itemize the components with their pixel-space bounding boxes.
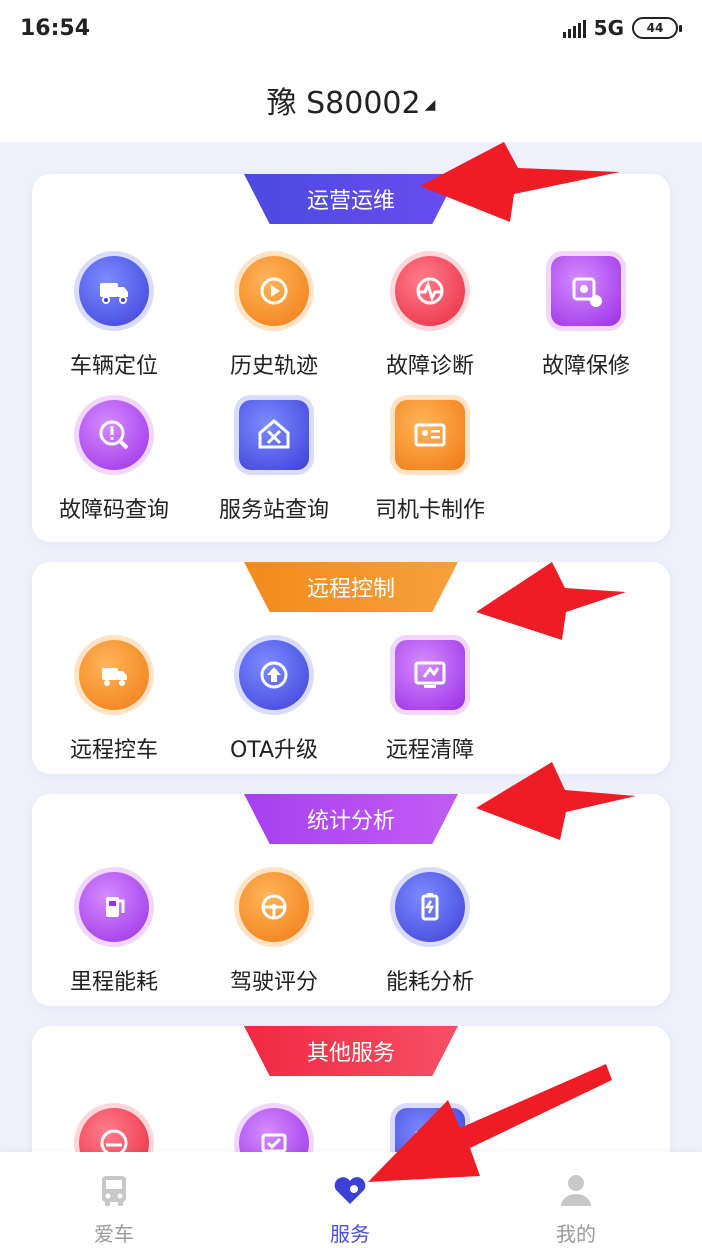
energy-analysis-icon: [395, 872, 465, 942]
nav-label: 服务: [330, 1222, 370, 1246]
status-icons: 5G 44: [562, 16, 682, 40]
service-remote-control[interactable]: 远程控车: [34, 640, 194, 764]
network-type: 5G: [593, 16, 624, 40]
item-label: 司机卡制作: [374, 498, 485, 523]
service-remote-clear[interactable]: 远程清障: [350, 640, 510, 764]
item-label: OTA升级: [229, 738, 319, 763]
mileage-energy-icon: [79, 872, 149, 942]
service-fault-diagnosis[interactable]: 故障诊断: [350, 256, 510, 380]
service-vehicle-location[interactable]: 车辆定位: [34, 256, 194, 380]
item-label: 驾驶评分: [229, 970, 318, 995]
item-label: 里程能耗: [69, 970, 158, 995]
section-statistics: 统计分析 里程能耗 驾驶评分 能耗分析: [32, 794, 670, 1006]
bottom-nav: 爱车 服务 我的: [0, 1152, 702, 1248]
history-track-icon: [239, 256, 309, 326]
driving-score-icon: [239, 872, 309, 942]
service-history-track[interactable]: 历史轨迹: [194, 256, 354, 380]
fault-diagnosis-icon: [395, 256, 465, 326]
item-label: 远程控车: [69, 738, 158, 763]
service-driving-score[interactable]: 驾驶评分: [194, 872, 354, 996]
status-time: 16:54: [20, 16, 91, 41]
item-label: 历史轨迹: [229, 354, 318, 379]
service-fault-code-search[interactable]: 故障码查询: [34, 400, 194, 524]
item-label: 能耗分析: [385, 970, 474, 995]
fault-repair-icon: [551, 256, 621, 326]
section-title: 远程控制: [244, 562, 458, 612]
vehicle-selector[interactable]: 豫 S80002 ◢: [0, 78, 702, 122]
remote-clear-icon: [395, 640, 465, 710]
nav-tab-car[interactable]: 爱车: [54, 1170, 174, 1247]
item-label: 故障诊断: [385, 354, 474, 379]
dropdown-caret-icon: ◢: [424, 96, 436, 113]
heart-service-icon: [290, 1170, 410, 1214]
item-label: 远程清障: [385, 738, 474, 763]
section-title: 其他服务: [244, 1026, 458, 1076]
section-operations: 运营运维 车辆定位 历史轨迹 故障诊断 故障保修 故障码查询 服务站查询 司机卡…: [32, 174, 670, 542]
nav-label: 我的: [556, 1222, 596, 1246]
vehicle-plate: 豫 S80002: [266, 86, 421, 121]
battery-level: 44: [646, 21, 664, 35]
fault-code-search-icon: [79, 400, 149, 470]
ota-upgrade-icon: [239, 640, 309, 710]
item-label: 服务站查询: [218, 498, 329, 523]
item-label: 车辆定位: [69, 354, 158, 379]
signal-icon: [562, 18, 586, 38]
service-station-search[interactable]: 服务站查询: [194, 400, 354, 524]
service-energy-analysis[interactable]: 能耗分析: [350, 872, 510, 996]
battery-icon: 44: [632, 17, 682, 39]
remote-control-icon: [79, 640, 149, 710]
service-station-icon: [239, 400, 309, 470]
nav-tab-mine[interactable]: 我的: [516, 1170, 636, 1247]
service-mileage-energy[interactable]: 里程能耗: [34, 872, 194, 996]
driver-card-icon: [395, 400, 465, 470]
service-driver-card[interactable]: 司机卡制作: [350, 400, 510, 524]
nav-label: 爱车: [94, 1222, 134, 1246]
top-bar: 16:54 5G 44 豫 S80002 ◢: [0, 0, 702, 142]
section-remote-control: 远程控制 远程控车 OTA升级 远程清障: [32, 562, 670, 774]
item-label: 故障保修: [541, 354, 630, 379]
user-icon: [516, 1170, 636, 1214]
service-fault-repair[interactable]: 故障保修: [506, 256, 666, 380]
service-ota-upgrade[interactable]: OTA升级: [194, 640, 354, 764]
item-label: 故障码查询: [58, 498, 169, 523]
truck-locate-icon: [79, 256, 149, 326]
car-icon: [54, 1170, 174, 1214]
section-title: 运营运维: [244, 174, 458, 224]
section-title: 统计分析: [244, 794, 458, 844]
nav-tab-service[interactable]: 服务: [290, 1170, 410, 1247]
